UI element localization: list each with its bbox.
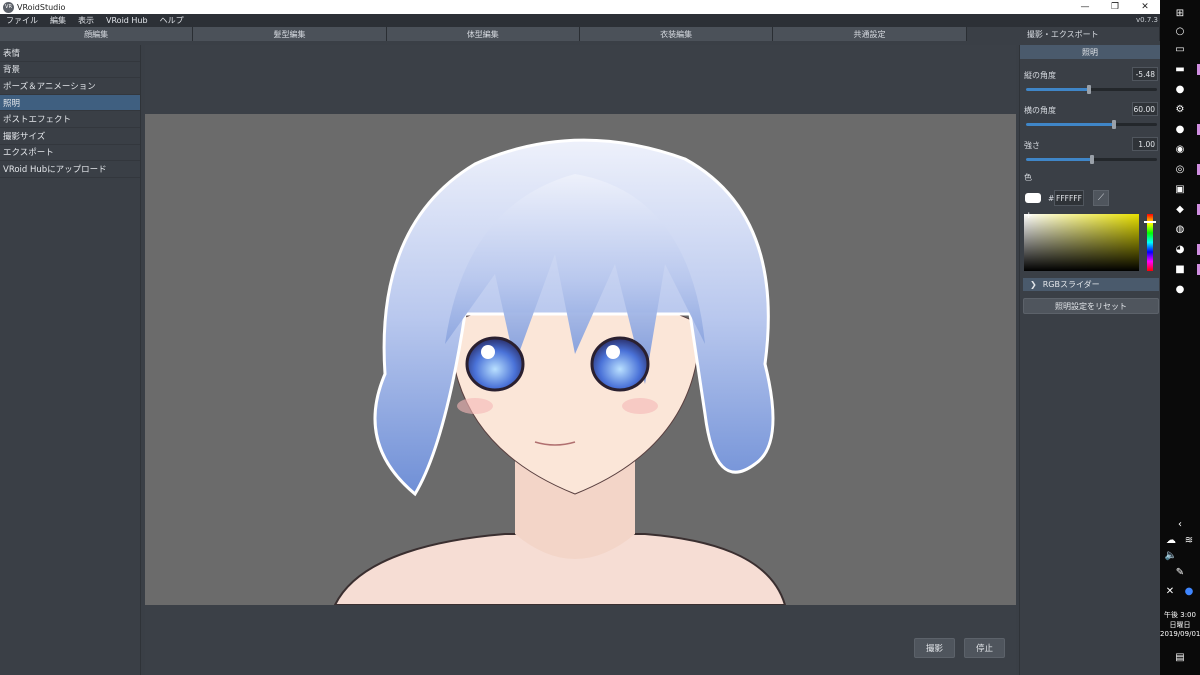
app-icon-3[interactable]: ◎ (1173, 162, 1187, 176)
character-render (333, 138, 787, 605)
app-icon-6[interactable]: ◕ (1173, 242, 1187, 256)
slider-fill (1026, 158, 1092, 161)
nav-item-post-effect[interactable]: ポストエフェクト (0, 111, 140, 128)
stop-button[interactable]: 停止 (964, 638, 1005, 658)
menu-vroid-hub[interactable]: VRoid Hub (100, 16, 154, 25)
eyedropper-icon[interactable]: ⟋ (1093, 190, 1109, 206)
intensity-slider[interactable] (1026, 155, 1157, 164)
horizontal-angle-slider[interactable] (1026, 120, 1157, 129)
app-icon-5[interactable]: ◆ (1173, 202, 1187, 216)
chevron-left-icon[interactable]: ‹ (1173, 517, 1187, 531)
hue-marker[interactable] (1144, 221, 1156, 223)
horizontal-angle-input[interactable]: 60.00 (1132, 102, 1158, 116)
saturation-value-picker[interactable]: + (1024, 211, 1139, 271)
minimize-button[interactable]: — (1070, 0, 1100, 14)
mode-tabs: 顔編集 髪型編集 体型編集 衣装編集 共通設定 撮影・エクスポート (0, 27, 1160, 41)
tab-hair-edit[interactable]: 髪型編集 (193, 27, 387, 41)
volume-icon[interactable]: 🔈 (1164, 548, 1178, 562)
vertical-angle-label: 縦の角度 (1024, 71, 1056, 80)
left-nav-panel: 表情 背景 ポーズ＆アニメーション 照明 ポストエフェクト 撮影サイズ エクスポ… (0, 45, 141, 675)
slider-handle[interactable] (1111, 120, 1116, 129)
menu-edit[interactable]: 編集 (44, 15, 72, 26)
wifi-icon[interactable]: ≋ (1182, 533, 1196, 547)
pen-icon[interactable]: ✎ (1173, 565, 1187, 579)
menu-view[interactable]: 表示 (72, 15, 100, 26)
version-label: v0.7.3 (1136, 16, 1158, 24)
steam-icon[interactable]: ◉ (1173, 142, 1187, 156)
app-logo-icon: VR (3, 1, 14, 13)
nav-item-expression[interactable]: 表情 (0, 45, 140, 62)
app-icon-7[interactable]: ■ (1173, 262, 1187, 276)
task-view-icon[interactable]: ▭ (1173, 42, 1187, 56)
window-title: VRoidStudio (17, 2, 66, 12)
reset-lighting-button[interactable]: 照明設定をリセット (1023, 298, 1159, 314)
nav-item-export[interactable]: エクスポート (0, 145, 140, 162)
capture-button[interactable]: 撮影 (914, 638, 955, 658)
clock-date[interactable]: 2019/09/01 (1160, 630, 1200, 638)
windows-start-icon[interactable]: ⊞ (1173, 6, 1187, 20)
cloud-icon[interactable]: ☁ (1164, 533, 1178, 547)
slider-fill (1026, 123, 1114, 126)
nav-item-lighting[interactable]: 照明 (0, 94, 140, 112)
nav-item-photo-size[interactable]: 撮影サイズ (0, 128, 140, 145)
search-icon[interactable]: ○ (1173, 24, 1187, 38)
color-label: 色 (1024, 173, 1032, 182)
rgb-slider-section[interactable]: ❯ RGBスライダー (1023, 278, 1159, 291)
slider-handle[interactable] (1086, 85, 1091, 94)
intensity-input[interactable]: 1.00 (1132, 137, 1158, 151)
app-icon-2[interactable]: ● (1173, 122, 1187, 136)
tab-outfit-edit[interactable]: 衣装編集 (579, 27, 774, 41)
panel-title: 照明 (1020, 45, 1160, 59)
settings-icon[interactable]: ⚙ (1173, 102, 1187, 116)
app-icon-4[interactable]: ▣ (1173, 182, 1187, 196)
maximize-button[interactable]: ❐ (1100, 0, 1130, 14)
clock-weekday[interactable]: 日曜日 (1160, 620, 1200, 630)
app-icon-1[interactable]: ● (1173, 82, 1187, 96)
slider-fill (1026, 88, 1089, 91)
horizontal-angle-label: 横の角度 (1024, 106, 1056, 115)
rgb-slider-label: RGBスライダー (1042, 280, 1100, 289)
window-title-bar: VR VRoidStudio — ❐ ✕ (0, 0, 1160, 14)
intensity-label: 強さ (1024, 141, 1040, 150)
tab-face-edit[interactable]: 顔編集 (0, 27, 194, 41)
tab-common-settings[interactable]: 共通設定 (773, 27, 967, 41)
window-controls: — ❐ ✕ (1070, 0, 1160, 14)
vroid-studio-icon[interactable]: ● (1173, 282, 1187, 296)
vertical-angle-input[interactable]: -5.48 (1132, 67, 1158, 81)
clock-time[interactable]: 午後 3:00 (1160, 610, 1200, 620)
edge-icon[interactable]: ● (1182, 584, 1196, 598)
file-explorer-icon[interactable]: ▬ (1173, 62, 1187, 76)
lighting-panel: 照明 縦の角度 -5.48 横の角度 60.00 強さ 1.00 色 # FFF… (1019, 45, 1160, 675)
menu-bar: ファイル 編集 表示 VRoid Hub ヘルプ v0.7.3 (0, 14, 1160, 27)
color-hex-input[interactable]: FFFFFF (1054, 190, 1084, 206)
notification-icon[interactable]: ▤ (1173, 650, 1187, 664)
nav-item-pose-animation[interactable]: ポーズ＆アニメーション (0, 78, 140, 95)
slider-handle[interactable] (1089, 155, 1094, 164)
character-viewport[interactable] (145, 114, 1016, 605)
os-taskbar: ⊞ ○ ▭ ▬ ● ⚙ ● ◉ ◎ ▣ ◆ ◍ ◕ ■ ● ‹ ☁ ≋ 🔈 ✎ … (1160, 0, 1200, 675)
menu-file[interactable]: ファイル (0, 15, 44, 26)
chrome-icon[interactable]: ◍ (1173, 222, 1187, 236)
menu-help[interactable]: ヘルプ (154, 15, 190, 26)
color-swatch[interactable] (1025, 193, 1041, 203)
vertical-angle-slider[interactable] (1026, 85, 1157, 94)
tab-body-edit[interactable]: 体型編集 (386, 27, 580, 41)
picker-cursor-icon: + (1025, 211, 1033, 221)
nav-item-background[interactable]: 背景 (0, 62, 140, 79)
tab-photo-export[interactable]: 撮影・エクスポート (966, 27, 1160, 41)
close-button[interactable]: ✕ (1130, 0, 1160, 14)
close-icon[interactable]: ✕ (1163, 584, 1177, 598)
nav-item-vroid-hub-upload[interactable]: VRoid Hubにアップロード (0, 161, 140, 178)
chevron-down-icon: ❯ (1030, 280, 1037, 289)
